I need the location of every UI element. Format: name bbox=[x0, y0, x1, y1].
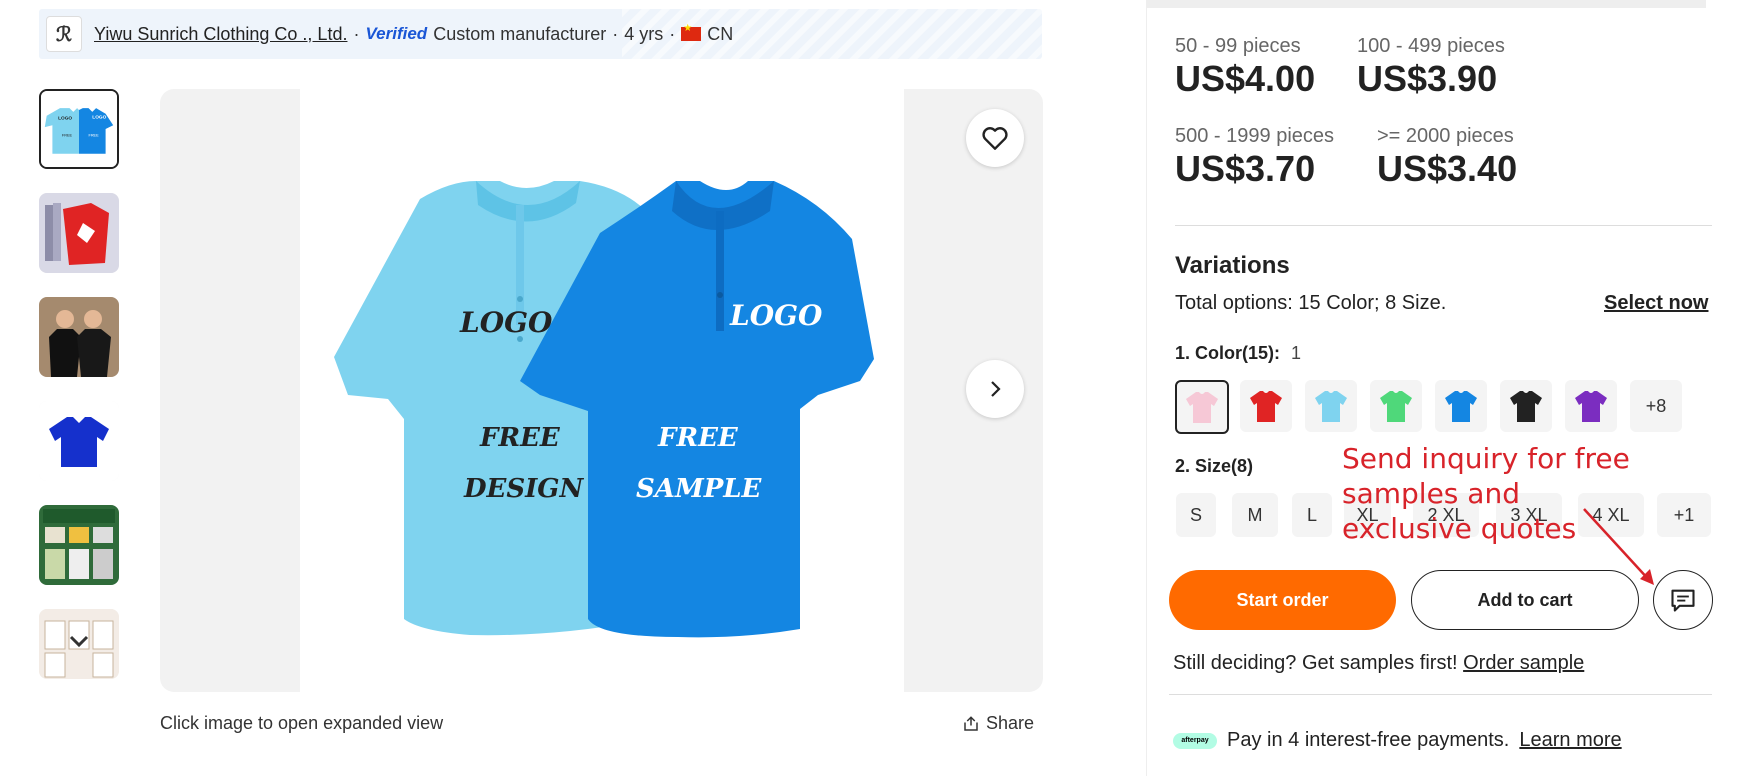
sample-text: SAMPLE bbox=[636, 474, 763, 504]
tier-range: 500 - 1999 pieces bbox=[1175, 125, 1335, 147]
more-sizes-button[interactable]: +1 bbox=[1657, 493, 1711, 537]
thumbnail-5[interactable] bbox=[39, 505, 119, 585]
tier-range: 100 - 499 pieces bbox=[1357, 35, 1505, 57]
color-swatch[interactable] bbox=[1370, 380, 1422, 432]
thumbnail-6[interactable] bbox=[39, 609, 119, 679]
polo-shirt-icon bbox=[1315, 391, 1347, 422]
more-colors-button[interactable]: +8 bbox=[1630, 380, 1682, 432]
divider bbox=[1175, 225, 1712, 226]
select-now-link[interactable]: Select now bbox=[1604, 292, 1708, 315]
logo-text-left: LOGO bbox=[459, 306, 553, 339]
share-button[interactable]: Share bbox=[962, 713, 1034, 734]
size-chip[interactable]: M bbox=[1232, 493, 1278, 537]
chat-icon bbox=[1671, 589, 1695, 612]
tier-range: >= 2000 pieces bbox=[1377, 125, 1514, 147]
tier-price: US$4.00 bbox=[1175, 58, 1316, 99]
polo-shirt-icon bbox=[1510, 391, 1542, 422]
separator: · bbox=[669, 23, 676, 44]
color-swatch[interactable] bbox=[1435, 380, 1487, 432]
color-swatch[interactable] bbox=[1175, 380, 1229, 434]
next-image-button[interactable] bbox=[966, 360, 1024, 418]
chevron-right-icon bbox=[991, 381, 1001, 397]
color-swatch[interactable] bbox=[1565, 380, 1617, 432]
total-options: Total options: 15 Color; 8 Size. bbox=[1175, 292, 1446, 315]
size-label: 2. Size(8) bbox=[1175, 456, 1254, 476]
color-swatch[interactable] bbox=[1500, 380, 1552, 432]
design-text: DESIGN bbox=[463, 474, 585, 504]
color-swatch[interactable] bbox=[1305, 380, 1357, 432]
chat-button[interactable] bbox=[1653, 570, 1713, 630]
supplier-years: 4 yrs bbox=[624, 23, 664, 44]
still-deciding-text: Still deciding? Get samples first! bbox=[1173, 652, 1458, 674]
china-flag-icon bbox=[681, 23, 702, 41]
order-sample-link[interactable]: Order sample bbox=[1463, 652, 1584, 674]
total-options-value: 15 Color; 8 Size. bbox=[1298, 292, 1447, 314]
svg-text:FREE: FREE bbox=[89, 134, 100, 138]
share-icon bbox=[964, 715, 978, 731]
favorite-button[interactable] bbox=[966, 109, 1024, 167]
tier-price: US$3.70 bbox=[1175, 148, 1316, 189]
learn-more-link[interactable]: Learn more bbox=[1519, 729, 1621, 752]
size-chip[interactable]: S bbox=[1176, 493, 1216, 537]
color-section-header: 1. Color(15): 1 bbox=[1175, 343, 1301, 364]
size-chip[interactable]: L bbox=[1292, 493, 1332, 537]
polo-shirt-icon bbox=[1445, 391, 1477, 422]
polo-shirt-icon bbox=[1186, 392, 1218, 423]
price-tier-2: 100 - 499 pieces US$3.90 bbox=[1357, 35, 1505, 100]
thumbnail-1[interactable]: LOGO LOGO FREE FREE bbox=[39, 89, 119, 169]
polo-shirt-icon bbox=[1575, 391, 1607, 422]
heart-icon bbox=[982, 127, 1008, 150]
payment-info: afterpay Pay in 4 interest-free payments… bbox=[1173, 729, 1622, 752]
tier-price: US$3.40 bbox=[1377, 148, 1518, 189]
supplier-type: Custom manufacturer bbox=[433, 23, 607, 44]
supplier-country: CN bbox=[707, 23, 734, 44]
separator: · bbox=[353, 23, 360, 44]
payment-text: Pay in 4 interest-free payments. bbox=[1227, 729, 1510, 751]
svg-text:FREE: FREE bbox=[62, 134, 73, 138]
add-to-cart-button[interactable]: Add to cart bbox=[1411, 570, 1639, 630]
polo-shirt-icon bbox=[1380, 391, 1412, 422]
supplier-logo[interactable]: ℛ bbox=[46, 16, 82, 52]
thumbnail-4[interactable] bbox=[39, 401, 119, 481]
afterpay-logo: afterpay bbox=[1173, 732, 1217, 749]
thumbnail-3[interactable] bbox=[39, 297, 119, 377]
verified-badge[interactable]: Verified bbox=[365, 24, 427, 44]
free-text-right: FREE bbox=[657, 423, 739, 453]
divider bbox=[1169, 694, 1712, 695]
share-label: Share bbox=[986, 713, 1035, 733]
color-selected-count: 1 bbox=[1291, 343, 1302, 363]
start-order-button[interactable]: Start order bbox=[1169, 570, 1396, 630]
price-tier-1: 50 - 99 pieces US$4.00 bbox=[1175, 35, 1315, 100]
polo-shirt-icon bbox=[1250, 391, 1282, 422]
supplier-bar: ℛ Yiwu Sunrich Clothing Co ., Ltd. · Ver… bbox=[39, 9, 1042, 59]
tier-range: 50 - 99 pieces bbox=[1175, 35, 1301, 57]
svg-text:LOGO: LOGO bbox=[92, 115, 106, 121]
supplier-name-link[interactable]: Yiwu Sunrich Clothing Co ., Ltd. bbox=[94, 24, 347, 45]
tier-price: US$3.90 bbox=[1357, 58, 1498, 99]
thumbnail-2[interactable] bbox=[39, 193, 119, 273]
svg-text:LOGO: LOGO bbox=[58, 116, 72, 122]
expand-caption: Click image to open expanded view bbox=[160, 713, 444, 733]
price-tier-3: 500 - 1999 pieces US$3.70 bbox=[1175, 125, 1334, 190]
free-text-left: FREE bbox=[479, 423, 561, 453]
panel-top-strip bbox=[1146, 0, 1706, 8]
color-swatch[interactable] bbox=[1240, 380, 1292, 432]
main-product-image[interactable]: LOGO LOGO FREE DESIGN FREE SAMPLE bbox=[160, 89, 1043, 692]
separator: · bbox=[612, 23, 619, 44]
logo-text-right: LOGO bbox=[729, 299, 823, 332]
product-photo: LOGO LOGO FREE DESIGN FREE SAMPLE bbox=[334, 181, 874, 638]
total-options-label: Total options: bbox=[1175, 292, 1293, 314]
variations-title: Variations bbox=[1175, 252, 1290, 279]
color-label: 1. Color(15): bbox=[1175, 343, 1281, 363]
still-deciding: Still deciding? Get samples first! Order… bbox=[1173, 652, 1584, 675]
price-tier-4: >= 2000 pieces US$3.40 bbox=[1377, 125, 1517, 190]
